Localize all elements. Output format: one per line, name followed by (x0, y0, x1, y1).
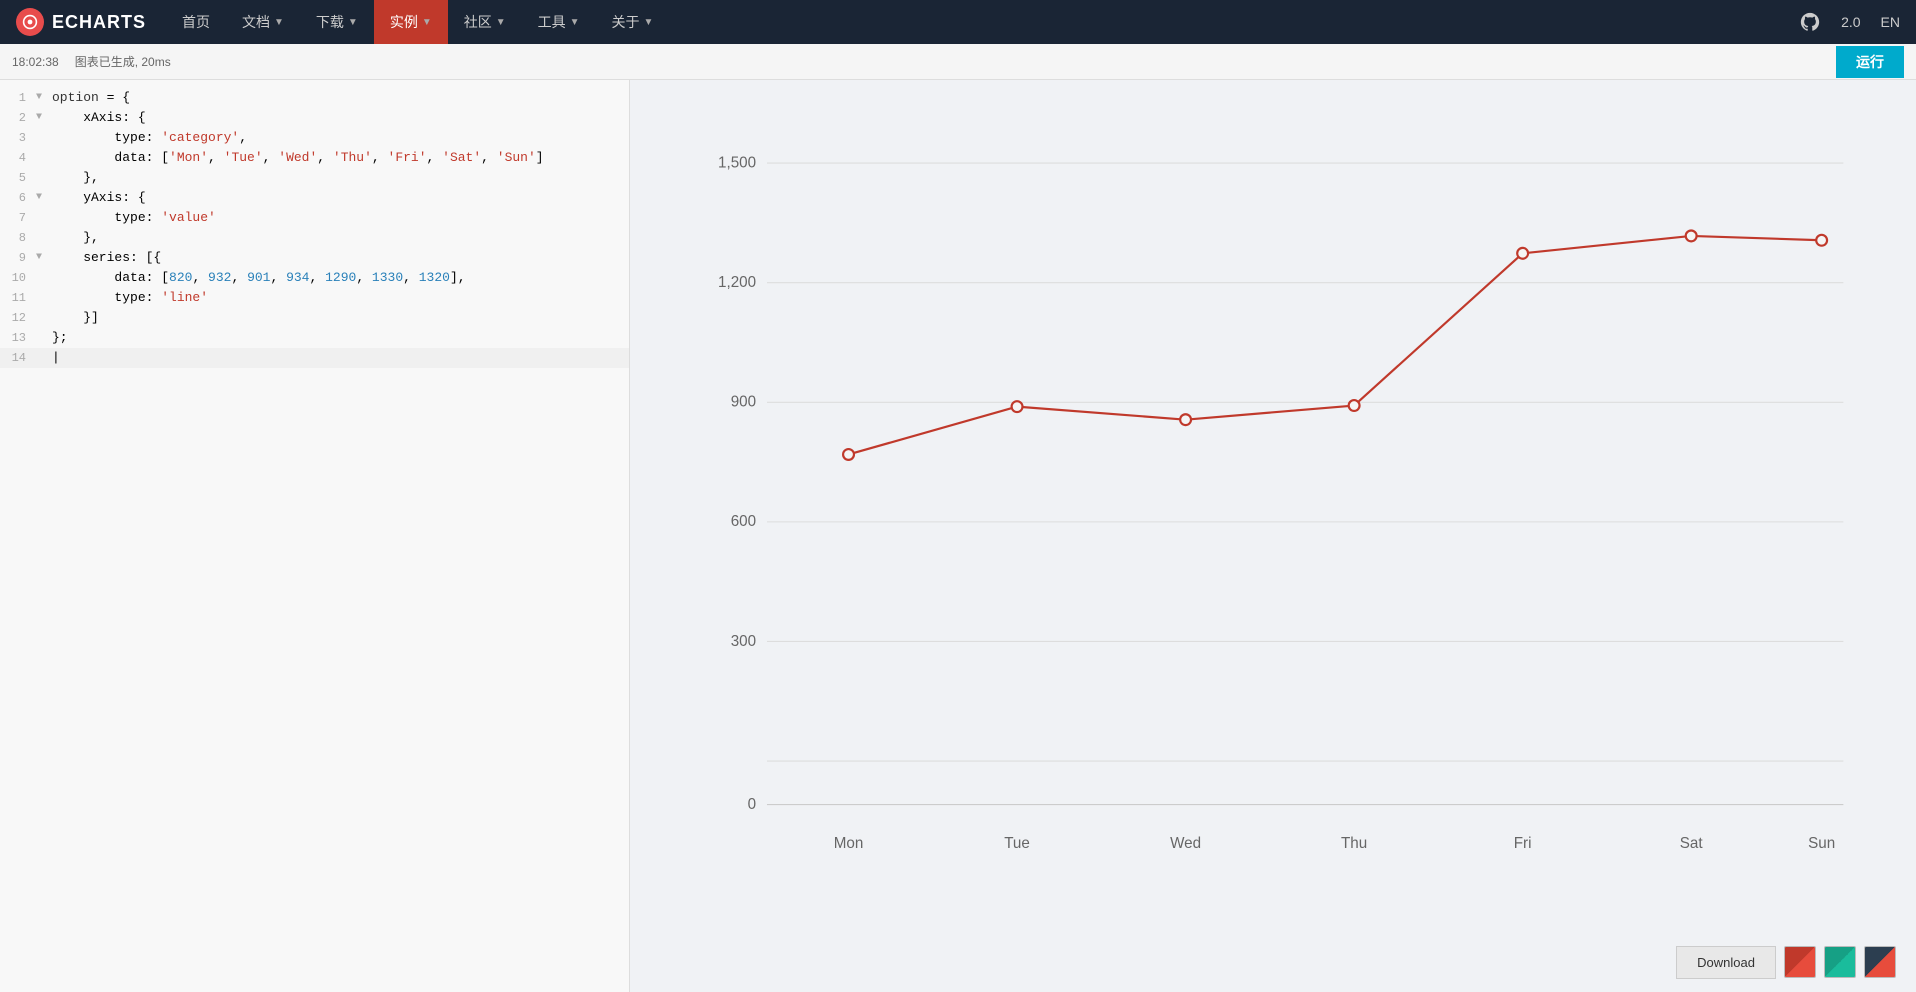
navbar-right: 2.0 EN (1799, 11, 1900, 33)
editor-toolbar: 18:02:38 图表已生成, 20ms 运行 (0, 44, 1916, 80)
theme-teal[interactable] (1824, 946, 1856, 978)
code-line-11: 11 type: 'line' (0, 288, 629, 308)
github-icon[interactable] (1799, 11, 1821, 33)
svg-text:Mon: Mon (834, 835, 864, 852)
data-point-thu (1349, 400, 1360, 411)
toolbar-status: 图表已生成, 20ms (75, 53, 171, 70)
chart-container: 1,500 1,200 900 600 300 0 Mon Tue Wed Th… (630, 80, 1916, 932)
nav-about[interactable]: 关于▼ (596, 0, 670, 44)
nav-tools[interactable]: 工具▼ (522, 0, 596, 44)
version-label: 2.0 (1841, 14, 1860, 30)
data-point-wed (1180, 414, 1191, 425)
data-point-sun (1816, 235, 1827, 246)
code-line-10: 10 data: [820, 932, 901, 934, 1290, 1330… (0, 268, 629, 288)
svg-text:Sun: Sun (1808, 835, 1835, 852)
code-line-13: 13 }; (0, 328, 629, 348)
nav-items: 首页 文档▼ 下载▼ 实例▼ 社区▼ 工具▼ 关于▼ (166, 0, 669, 44)
nav-download-arrow: ▼ (348, 17, 358, 28)
run-button[interactable]: 运行 (1836, 46, 1904, 78)
svg-text:1,200: 1,200 (718, 274, 756, 291)
svg-text:Sat: Sat (1680, 835, 1704, 852)
data-point-sat (1686, 230, 1697, 241)
svg-text:1,500: 1,500 (718, 154, 756, 171)
nav-examples-arrow: ▼ (422, 17, 432, 28)
nav-download[interactable]: 下载▼ (300, 0, 374, 44)
code-line-2: 2 ▼ xAxis: { (0, 108, 629, 128)
nav-examples[interactable]: 实例▼ (374, 0, 448, 44)
svg-text:900: 900 (731, 394, 756, 411)
code-lines: 1 ▼ option = { 2 ▼ xAxis: { 3 type: 'cat… (0, 80, 629, 376)
lang-label: EN (1881, 14, 1900, 30)
code-line-1: 1 ▼ option = { (0, 88, 629, 108)
svg-text:Tue: Tue (1004, 835, 1030, 852)
svg-text:600: 600 (731, 513, 756, 530)
code-line-8: 8 }, (0, 228, 629, 248)
brand-name: ECHARTS (52, 12, 146, 33)
code-line-12: 12 }] (0, 308, 629, 328)
data-point-fri (1517, 248, 1528, 259)
brand-logo (16, 8, 44, 36)
svg-text:Wed: Wed (1170, 835, 1201, 852)
code-line-5: 5 }, (0, 168, 629, 188)
nav-tools-arrow: ▼ (570, 17, 580, 28)
chart-footer: Download (630, 932, 1916, 992)
data-point-mon (843, 449, 854, 460)
nav-home[interactable]: 首页 (166, 0, 226, 44)
download-button[interactable]: Download (1676, 946, 1776, 979)
nav-docs[interactable]: 文档▼ (226, 0, 300, 44)
chart-area: 1,500 1,200 900 600 300 0 Mon Tue Wed Th… (630, 80, 1916, 992)
code-line-4: 4 data: ['Mon', 'Tue', 'Wed', 'Thu', 'Fr… (0, 148, 629, 168)
svg-text:Thu: Thu (1341, 835, 1367, 852)
main-container: 1 ▼ option = { 2 ▼ xAxis: { 3 type: 'cat… (0, 80, 1916, 992)
data-point-tue (1012, 401, 1023, 412)
theme-dark[interactable] (1864, 946, 1896, 978)
code-editor[interactable]: 1 ▼ option = { 2 ▼ xAxis: { 3 type: 'cat… (0, 80, 630, 992)
code-line-6: 6 ▼ yAxis: { (0, 188, 629, 208)
code-line-14: 14 | (0, 348, 629, 368)
code-line-9: 9 ▼ series: [{ (0, 248, 629, 268)
code-line-3: 3 type: 'category', (0, 128, 629, 148)
toolbar-time: 18:02:38 (12, 55, 59, 69)
brand-icon (22, 14, 38, 30)
chart-line (849, 236, 1822, 455)
brand[interactable]: ECHARTS (16, 8, 146, 36)
navbar: ECHARTS 首页 文档▼ 下载▼ 实例▼ 社区▼ 工具▼ 关于▼ 2.0 E… (0, 0, 1916, 44)
svg-text:Fri: Fri (1514, 835, 1532, 852)
theme-red[interactable] (1784, 946, 1816, 978)
nav-community[interactable]: 社区▼ (448, 0, 522, 44)
code-line-7: 7 type: 'value' (0, 208, 629, 228)
nav-about-arrow: ▼ (644, 17, 654, 28)
svg-text:0: 0 (748, 796, 756, 813)
nav-community-arrow: ▼ (496, 17, 506, 28)
nav-docs-arrow: ▼ (274, 17, 284, 28)
svg-text:300: 300 (731, 633, 756, 650)
chart-svg: 1,500 1,200 900 600 300 0 Mon Tue Wed Th… (680, 110, 1876, 912)
